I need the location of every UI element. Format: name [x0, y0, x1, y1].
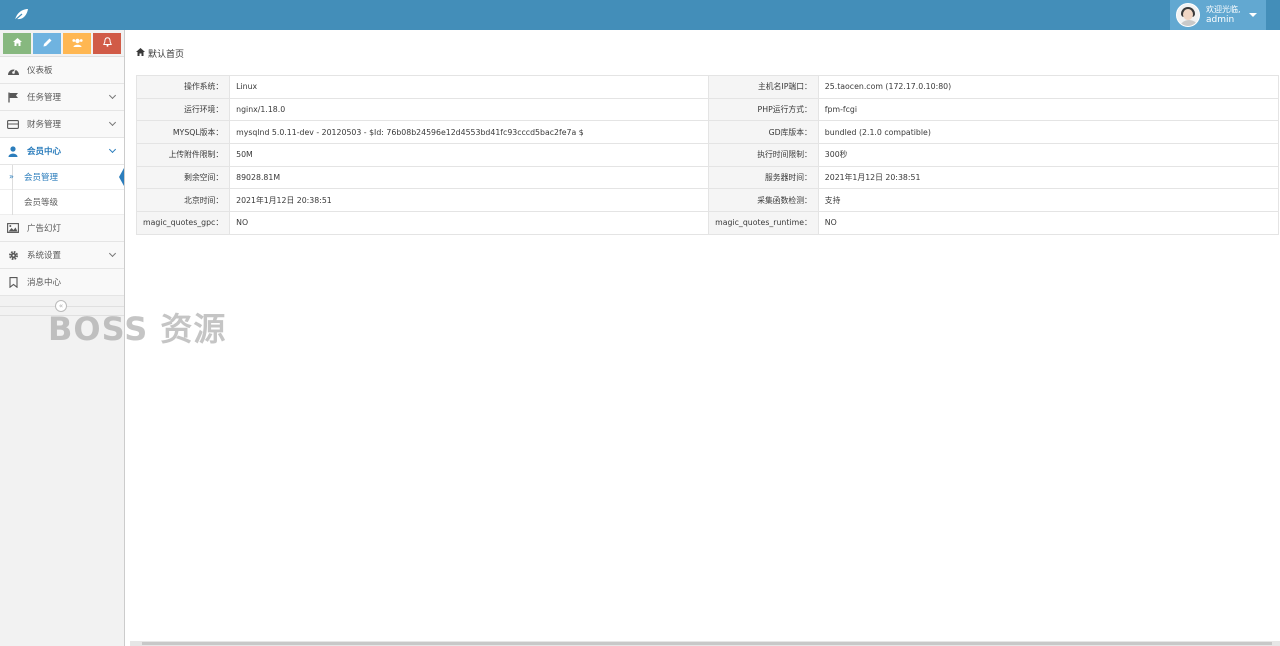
wallet-icon	[6, 118, 20, 130]
info-key: GD库版本：	[708, 120, 819, 145]
shortcut-users-button[interactable]	[63, 33, 91, 54]
caret-down-icon	[1249, 13, 1257, 17]
table-row: 剩余空间： 89028.81M 服务器时间： 2021年1月12日 20:38:…	[135, 165, 1280, 190]
shortcut-home-button[interactable]	[3, 33, 31, 54]
info-key: MYSQL版本：	[135, 120, 231, 145]
sidebar-subitem-member-level[interactable]: 会员等级	[0, 190, 124, 215]
info-value: 支持	[817, 188, 1280, 213]
sidebar-item-label: 系统设置	[27, 251, 62, 261]
info-key: 服务器时间：	[708, 165, 819, 190]
info-value: nginx/1.18.0	[229, 97, 710, 122]
info-value: mysqlnd 5.0.11-dev - 20120503 - $Id: 76b…	[229, 120, 710, 145]
sidebar-item-members[interactable]: 会员中心	[0, 138, 124, 165]
info-value: 50M	[229, 143, 710, 167]
chevron-down-icon	[108, 118, 117, 127]
pencil-icon	[43, 38, 52, 50]
sidebar-item-finance[interactable]: 财务管理	[0, 111, 124, 138]
info-value: 89028.81M	[229, 165, 710, 190]
table-row: 北京时间： 2021年1月12日 20:38:51 采集函数检测： 支持	[135, 188, 1280, 213]
watermark-text: BOSS 资源	[48, 310, 227, 348]
shortcut-bell-button[interactable]	[93, 33, 121, 54]
info-key: 执行时间限制：	[708, 143, 819, 167]
chevron-down-icon	[108, 91, 117, 100]
info-value: 2021年1月12日 20:38:51	[817, 165, 1280, 190]
top-navbar: 欢迎光临, admin	[0, 0, 1280, 30]
info-value: 25.taocen.com (172.17.0.10:80)	[817, 75, 1280, 99]
table-row: 上传附件限制： 50M 执行时间限制： 300秒	[135, 143, 1280, 167]
user-icon	[6, 145, 20, 157]
info-value: 300秒	[817, 143, 1280, 167]
info-key: magic_quotes_gpc：	[135, 211, 231, 235]
info-key: 主机名IP端口：	[708, 75, 819, 99]
breadcrumb-label: 默认首页	[148, 50, 185, 60]
sidebar-item-label: 会员中心	[27, 147, 62, 157]
sidebar-subitem-label: 会员等级	[24, 198, 59, 208]
info-value: 2021年1月12日 20:38:51	[229, 188, 710, 213]
sidebar-item-tasks[interactable]: 任务管理	[0, 84, 124, 111]
picture-icon	[6, 222, 20, 234]
chevron-down-icon	[108, 249, 117, 258]
user-menu[interactable]: 欢迎光临, admin	[1170, 0, 1266, 30]
home-icon[interactable]	[136, 48, 145, 59]
welcome-text: 欢迎光临,	[1206, 5, 1241, 14]
info-value: bundled (2.1.0 compatible)	[817, 120, 1280, 145]
sidebar-item-messages[interactable]: 消息中心	[0, 269, 124, 296]
angle-right-icon: »	[9, 172, 14, 181]
info-key: 北京时间：	[135, 188, 231, 213]
horizontal-scrollbar[interactable]	[130, 641, 1280, 646]
info-key: 运行环境：	[135, 97, 231, 122]
sidebar-item-label: 广告幻灯	[27, 224, 62, 234]
sidebar-item-label: 财务管理	[27, 120, 62, 130]
leaf-icon[interactable]	[13, 8, 29, 22]
sidebar-item-ads[interactable]: 广告幻灯	[0, 215, 124, 242]
info-value: NO	[229, 211, 710, 235]
users-icon	[71, 38, 83, 50]
info-key: 操作系统：	[135, 75, 231, 99]
active-pointer	[119, 168, 124, 186]
info-key: PHP运行方式：	[708, 97, 819, 122]
shortcut-edit-button[interactable]	[33, 33, 61, 54]
table-row: magic_quotes_gpc： NO magic_quotes_runtim…	[135, 211, 1280, 235]
info-value: NO	[817, 211, 1280, 235]
sidebar-item-settings[interactable]: 系统设置	[0, 242, 124, 269]
shortcut-bar	[0, 30, 124, 57]
info-key: magic_quotes_runtime：	[708, 211, 819, 235]
bookmark-icon	[6, 276, 20, 288]
scrollbar-thumb[interactable]	[142, 642, 1272, 645]
table-row: 运行环境： nginx/1.18.0 PHP运行方式： fpm-fcgi	[135, 97, 1280, 122]
table-row: 操作系统： Linux 主机名IP端口： 25.taocen.com (172.…	[135, 75, 1280, 99]
info-key: 上传附件限制：	[135, 143, 231, 167]
user-name: admin	[1206, 15, 1235, 25]
info-value: fpm-fcgi	[817, 97, 1280, 122]
dashboard-icon	[6, 64, 20, 76]
table-row: MYSQL版本： mysqlnd 5.0.11-dev - 20120503 -…	[135, 120, 1280, 145]
bell-icon	[102, 37, 112, 50]
info-key: 采集函数检测：	[708, 188, 819, 213]
sidebar-item-label: 任务管理	[27, 93, 62, 103]
sidebar-subitem-member-management[interactable]: » 会员管理	[0, 165, 124, 190]
server-info-table: 操作系统： Linux 主机名IP端口： 25.taocen.com (172.…	[135, 75, 1280, 235]
chevron-down-icon	[108, 145, 117, 154]
gear-icon	[6, 249, 20, 261]
info-key: 剩余空间：	[135, 165, 231, 190]
flag-icon	[6, 91, 20, 103]
home-icon	[12, 38, 22, 49]
sidebar-subitem-label: 会员管理	[24, 173, 59, 183]
breadcrumb: 默认首页	[136, 47, 184, 60]
sidebar-item-label: 消息中心	[27, 278, 62, 288]
sidebar-item-label: 仪表板	[27, 66, 53, 76]
user-avatar	[1176, 3, 1200, 27]
sidebar-item-dashboard[interactable]: 仪表板	[0, 57, 124, 84]
info-value: Linux	[229, 75, 710, 99]
